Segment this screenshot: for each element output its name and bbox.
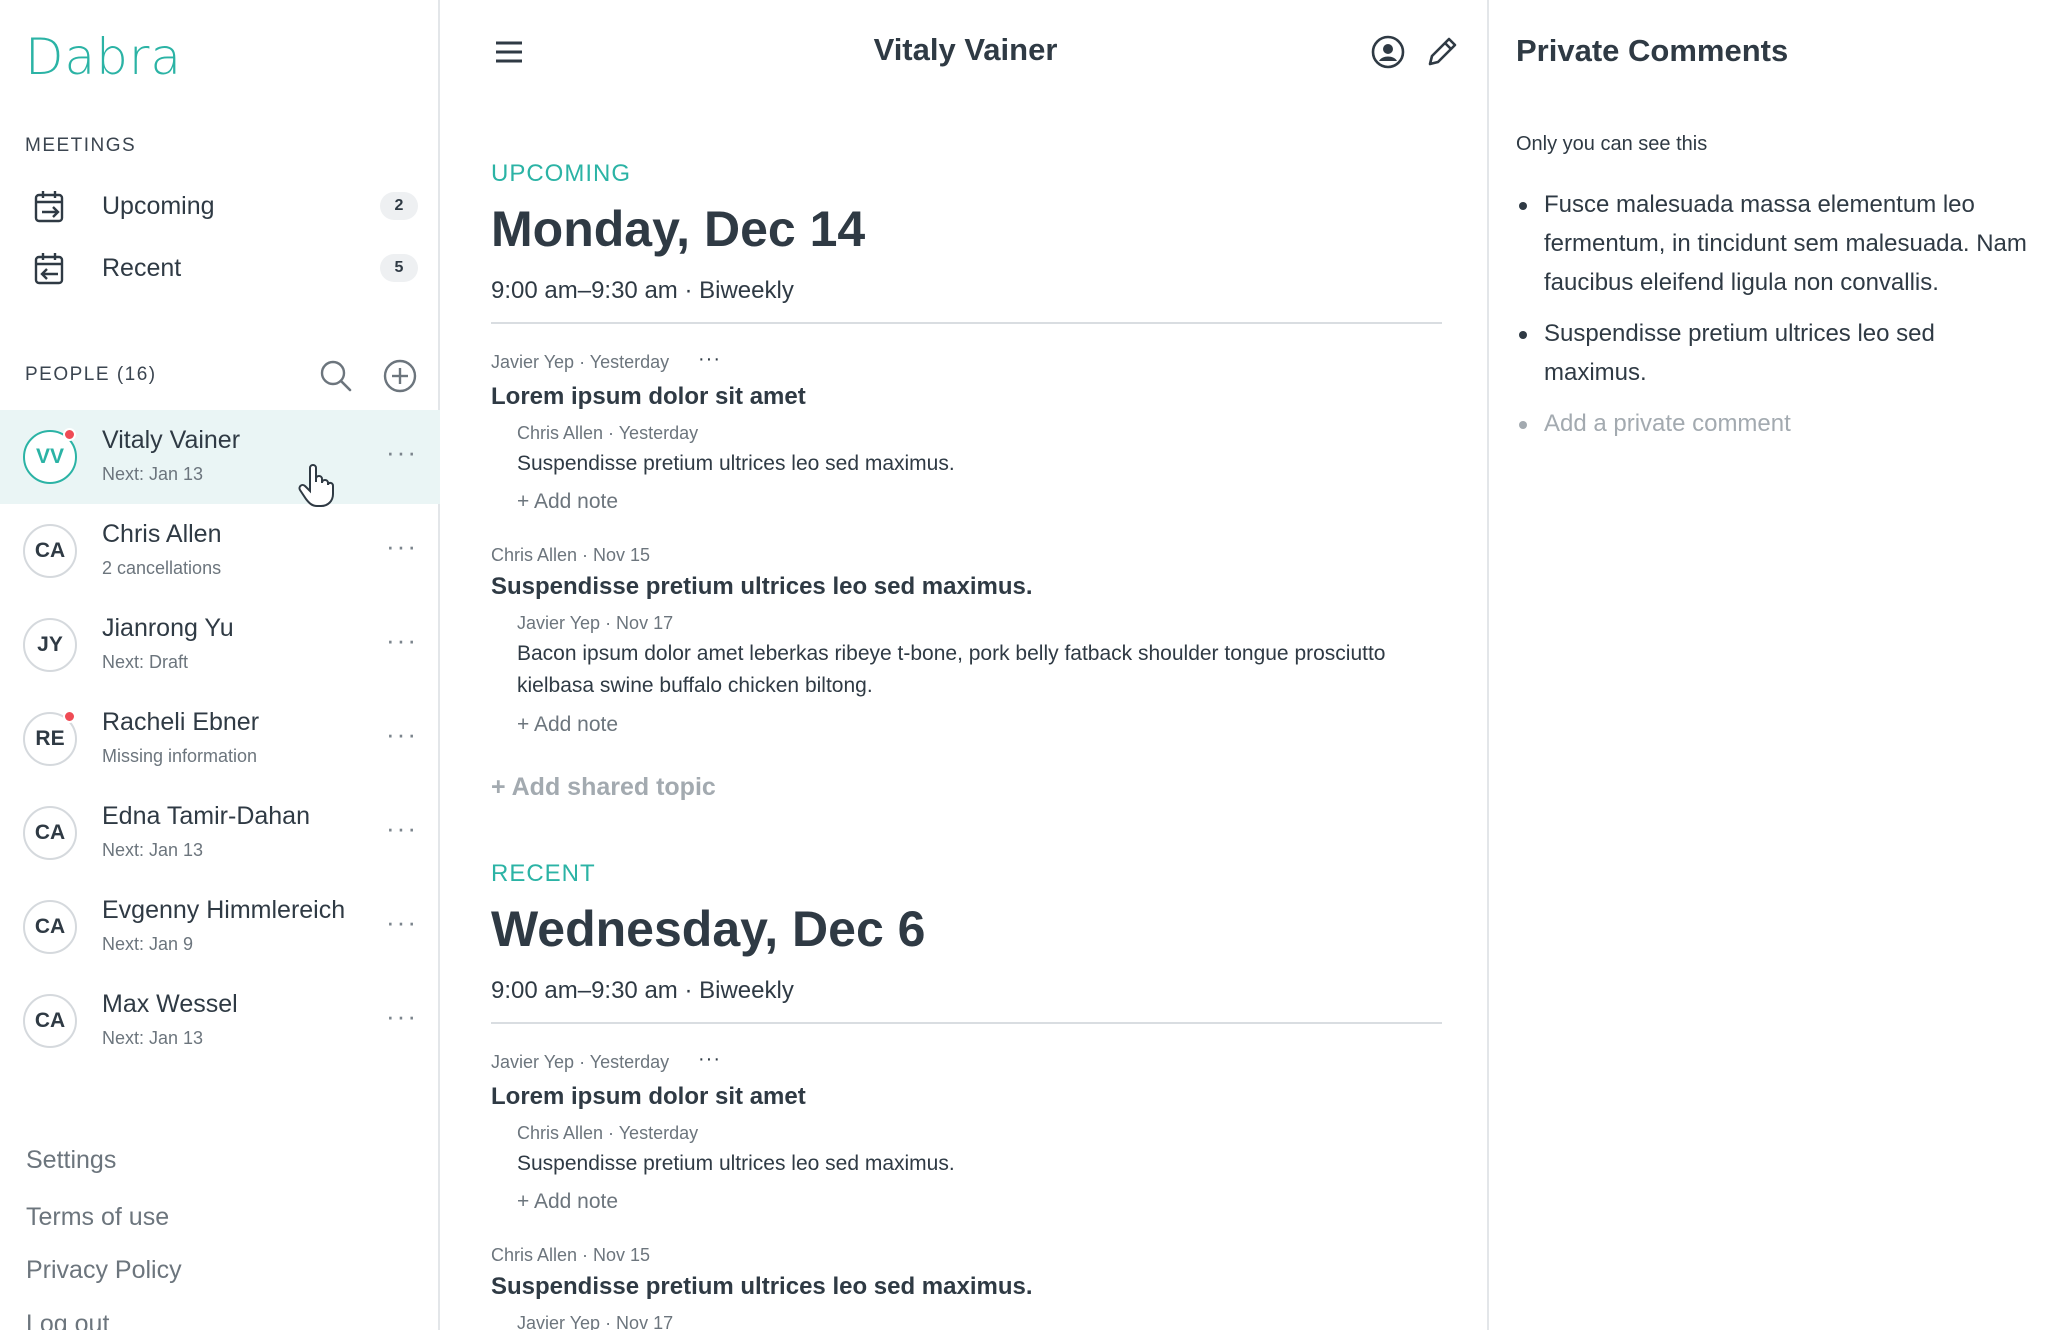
logout-link[interactable]: Log out — [26, 1310, 109, 1330]
add-note-button[interactable]: + Add note — [517, 490, 618, 514]
terms-link[interactable]: Terms of use — [26, 1203, 169, 1232]
add-shared-topic-button[interactable]: + Add shared topic — [491, 773, 716, 802]
private-comments-panel: Private Comments Only you can see this F… — [1491, 0, 2056, 1330]
meeting-date-heading: Wednesday, Dec 6 — [491, 901, 926, 957]
person-name: Vitaly Vainer — [102, 426, 241, 454]
comment-item[interactable]: Suspendisse pretium ultrices leo sed max… — [1516, 314, 2036, 392]
more-options-icon[interactable]: ··· — [386, 909, 418, 935]
person-status: Next: Jan 13 — [102, 464, 204, 484]
person-item[interactable]: CA Chris Allen 2 cancellations ··· — [0, 504, 440, 598]
person-name: Max Wessel — [102, 990, 238, 1018]
settings-link[interactable]: Settings — [26, 1146, 116, 1175]
add-note-button[interactable]: + Add note — [517, 713, 618, 737]
more-options-icon[interactable]: ··· — [386, 439, 418, 465]
person-name: Jianrong Yu — [102, 614, 234, 642]
add-person-icon[interactable] — [382, 358, 418, 394]
person-item[interactable]: RE Racheli Ebner Missing information ··· — [0, 692, 440, 786]
comment-list: Fusce malesuada massa elementum leo ferm… — [1516, 185, 2036, 455]
person-item[interactable]: CA Evgenny Himmlereich Next: Jan 9 ··· — [0, 880, 440, 974]
alert-dot — [63, 710, 76, 723]
sidebar-item-recent[interactable]: Recent 5 — [0, 238, 440, 298]
privacy-link[interactable]: Privacy Policy — [26, 1256, 182, 1285]
person-status: Next: Jan 13 — [102, 1028, 204, 1048]
more-options-icon[interactable]: ··· — [386, 815, 418, 841]
avatar: CA — [23, 806, 77, 860]
note-meta: Javier Yep · Nov 17 — [517, 613, 674, 633]
meeting-time: 9:00 am–9:30 am · Biweekly — [491, 977, 794, 1004]
topic-meta: Chris Allen · Nov 15 — [491, 1245, 651, 1265]
note-meta: Chris Allen · Yesterday — [517, 423, 699, 443]
person-status: Next: Jan 13 — [102, 840, 204, 860]
upcoming-count-badge: 2 — [380, 192, 418, 220]
sidebar: Dabra MEETINGS Upcoming 2 Recent 5 PEOPL… — [0, 0, 440, 1330]
panel-subtitle: Only you can see this — [1516, 133, 1708, 155]
people-header: PEOPLE (16) — [0, 358, 440, 398]
avatar: CA — [23, 994, 77, 1048]
calendar-forward-icon — [34, 191, 64, 223]
note-text: Suspendisse pretium ultrices leo sed max… — [517, 452, 955, 475]
note-text: Bacon ipsum dolor amet leberkas ribeye t… — [517, 642, 1386, 697]
note-meta: Chris Allen · Yesterday — [517, 1123, 699, 1143]
more-options-icon[interactable]: ··· — [386, 533, 418, 559]
profile-icon[interactable] — [1370, 34, 1406, 70]
divider — [491, 322, 1442, 324]
person-status: Missing information — [102, 746, 258, 766]
person-item[interactable]: JY Jianrong Yu Next: Draft ··· — [0, 598, 440, 692]
person-item[interactable]: VV Vitaly Vainer Next: Jan 13 ··· — [0, 410, 440, 507]
topic-meta: Javier Yep · Yesterday — [491, 352, 670, 372]
add-private-comment-input[interactable]: Add a private comment — [1516, 404, 2036, 443]
page-title: Vitaly Vainer — [873, 32, 1058, 67]
divider — [491, 1022, 1442, 1024]
more-options-icon[interactable]: ··· — [386, 721, 418, 747]
topic-title[interactable]: Lorem ipsum dolor sit amet — [491, 1083, 806, 1111]
meeting-time: 9:00 am–9:30 am · Biweekly — [491, 277, 794, 304]
person-status: Next: Draft — [102, 652, 189, 672]
recent-section-tag: RECENT — [491, 860, 596, 887]
app-logo[interactable]: Dabra — [25, 28, 182, 86]
alert-dot — [63, 428, 76, 441]
sidebar-item-label: Upcoming — [102, 191, 215, 220]
meetings-section-label: MEETINGS — [25, 135, 137, 156]
sidebar-item-label: Recent — [102, 253, 182, 282]
topic-more-icon[interactable]: ··· — [698, 1048, 721, 1071]
person-name: Edna Tamir-Dahan — [102, 802, 310, 830]
hand-cursor-icon — [298, 464, 334, 507]
person-item[interactable]: CA Max Wessel Next: Jan 13 ··· — [0, 974, 440, 1068]
person-name: Chris Allen — [102, 520, 222, 548]
more-options-icon[interactable]: ··· — [386, 1003, 418, 1029]
calendar-back-icon — [34, 253, 64, 285]
topic-more-icon[interactable]: ··· — [698, 348, 721, 371]
more-options-icon[interactable]: ··· — [386, 627, 418, 653]
person-name: Evgenny Himmlereich — [102, 896, 346, 924]
meeting-date-heading: Monday, Dec 14 — [491, 201, 866, 257]
topic-title[interactable]: Lorem ipsum dolor sit amet — [491, 383, 806, 411]
upcoming-section-tag: UPCOMING — [491, 160, 631, 187]
add-note-button[interactable]: + Add note — [517, 1190, 618, 1214]
sidebar-item-upcoming[interactable]: Upcoming 2 — [0, 176, 440, 236]
main-content: Vitaly Vainer UPCOMING Monday, Dec 14 9:… — [442, 0, 1489, 1330]
note-meta: Javier Yep · Nov 17 — [517, 1313, 674, 1330]
person-status: Next: Jan 9 — [102, 934, 194, 954]
topic-meta: Javier Yep · Yesterday — [491, 1052, 670, 1072]
panel-title: Private Comments — [1516, 33, 1789, 68]
person-status: 2 cancellations — [102, 558, 222, 578]
person-item[interactable]: CA Edna Tamir-Dahan Next: Jan 13 ··· — [0, 786, 440, 880]
note-text: Suspendisse pretium ultrices leo sed max… — [517, 1152, 955, 1175]
recent-count-badge: 5 — [380, 254, 418, 282]
topic-title[interactable]: Suspendisse pretium ultrices leo sed max… — [491, 1273, 1033, 1301]
edit-pencil-icon[interactable] — [1424, 34, 1460, 70]
topic-title[interactable]: Suspendisse pretium ultrices leo sed max… — [491, 573, 1033, 601]
avatar: JY — [23, 618, 77, 672]
comment-item[interactable]: Fusce malesuada massa elementum leo ferm… — [1516, 185, 2036, 302]
person-name: Racheli Ebner — [102, 708, 260, 736]
people-section-label: PEOPLE (16) — [25, 364, 157, 385]
avatar: CA — [23, 524, 77, 578]
search-icon[interactable] — [318, 358, 354, 394]
topic-meta: Chris Allen · Nov 15 — [491, 545, 651, 565]
avatar: CA — [23, 900, 77, 954]
